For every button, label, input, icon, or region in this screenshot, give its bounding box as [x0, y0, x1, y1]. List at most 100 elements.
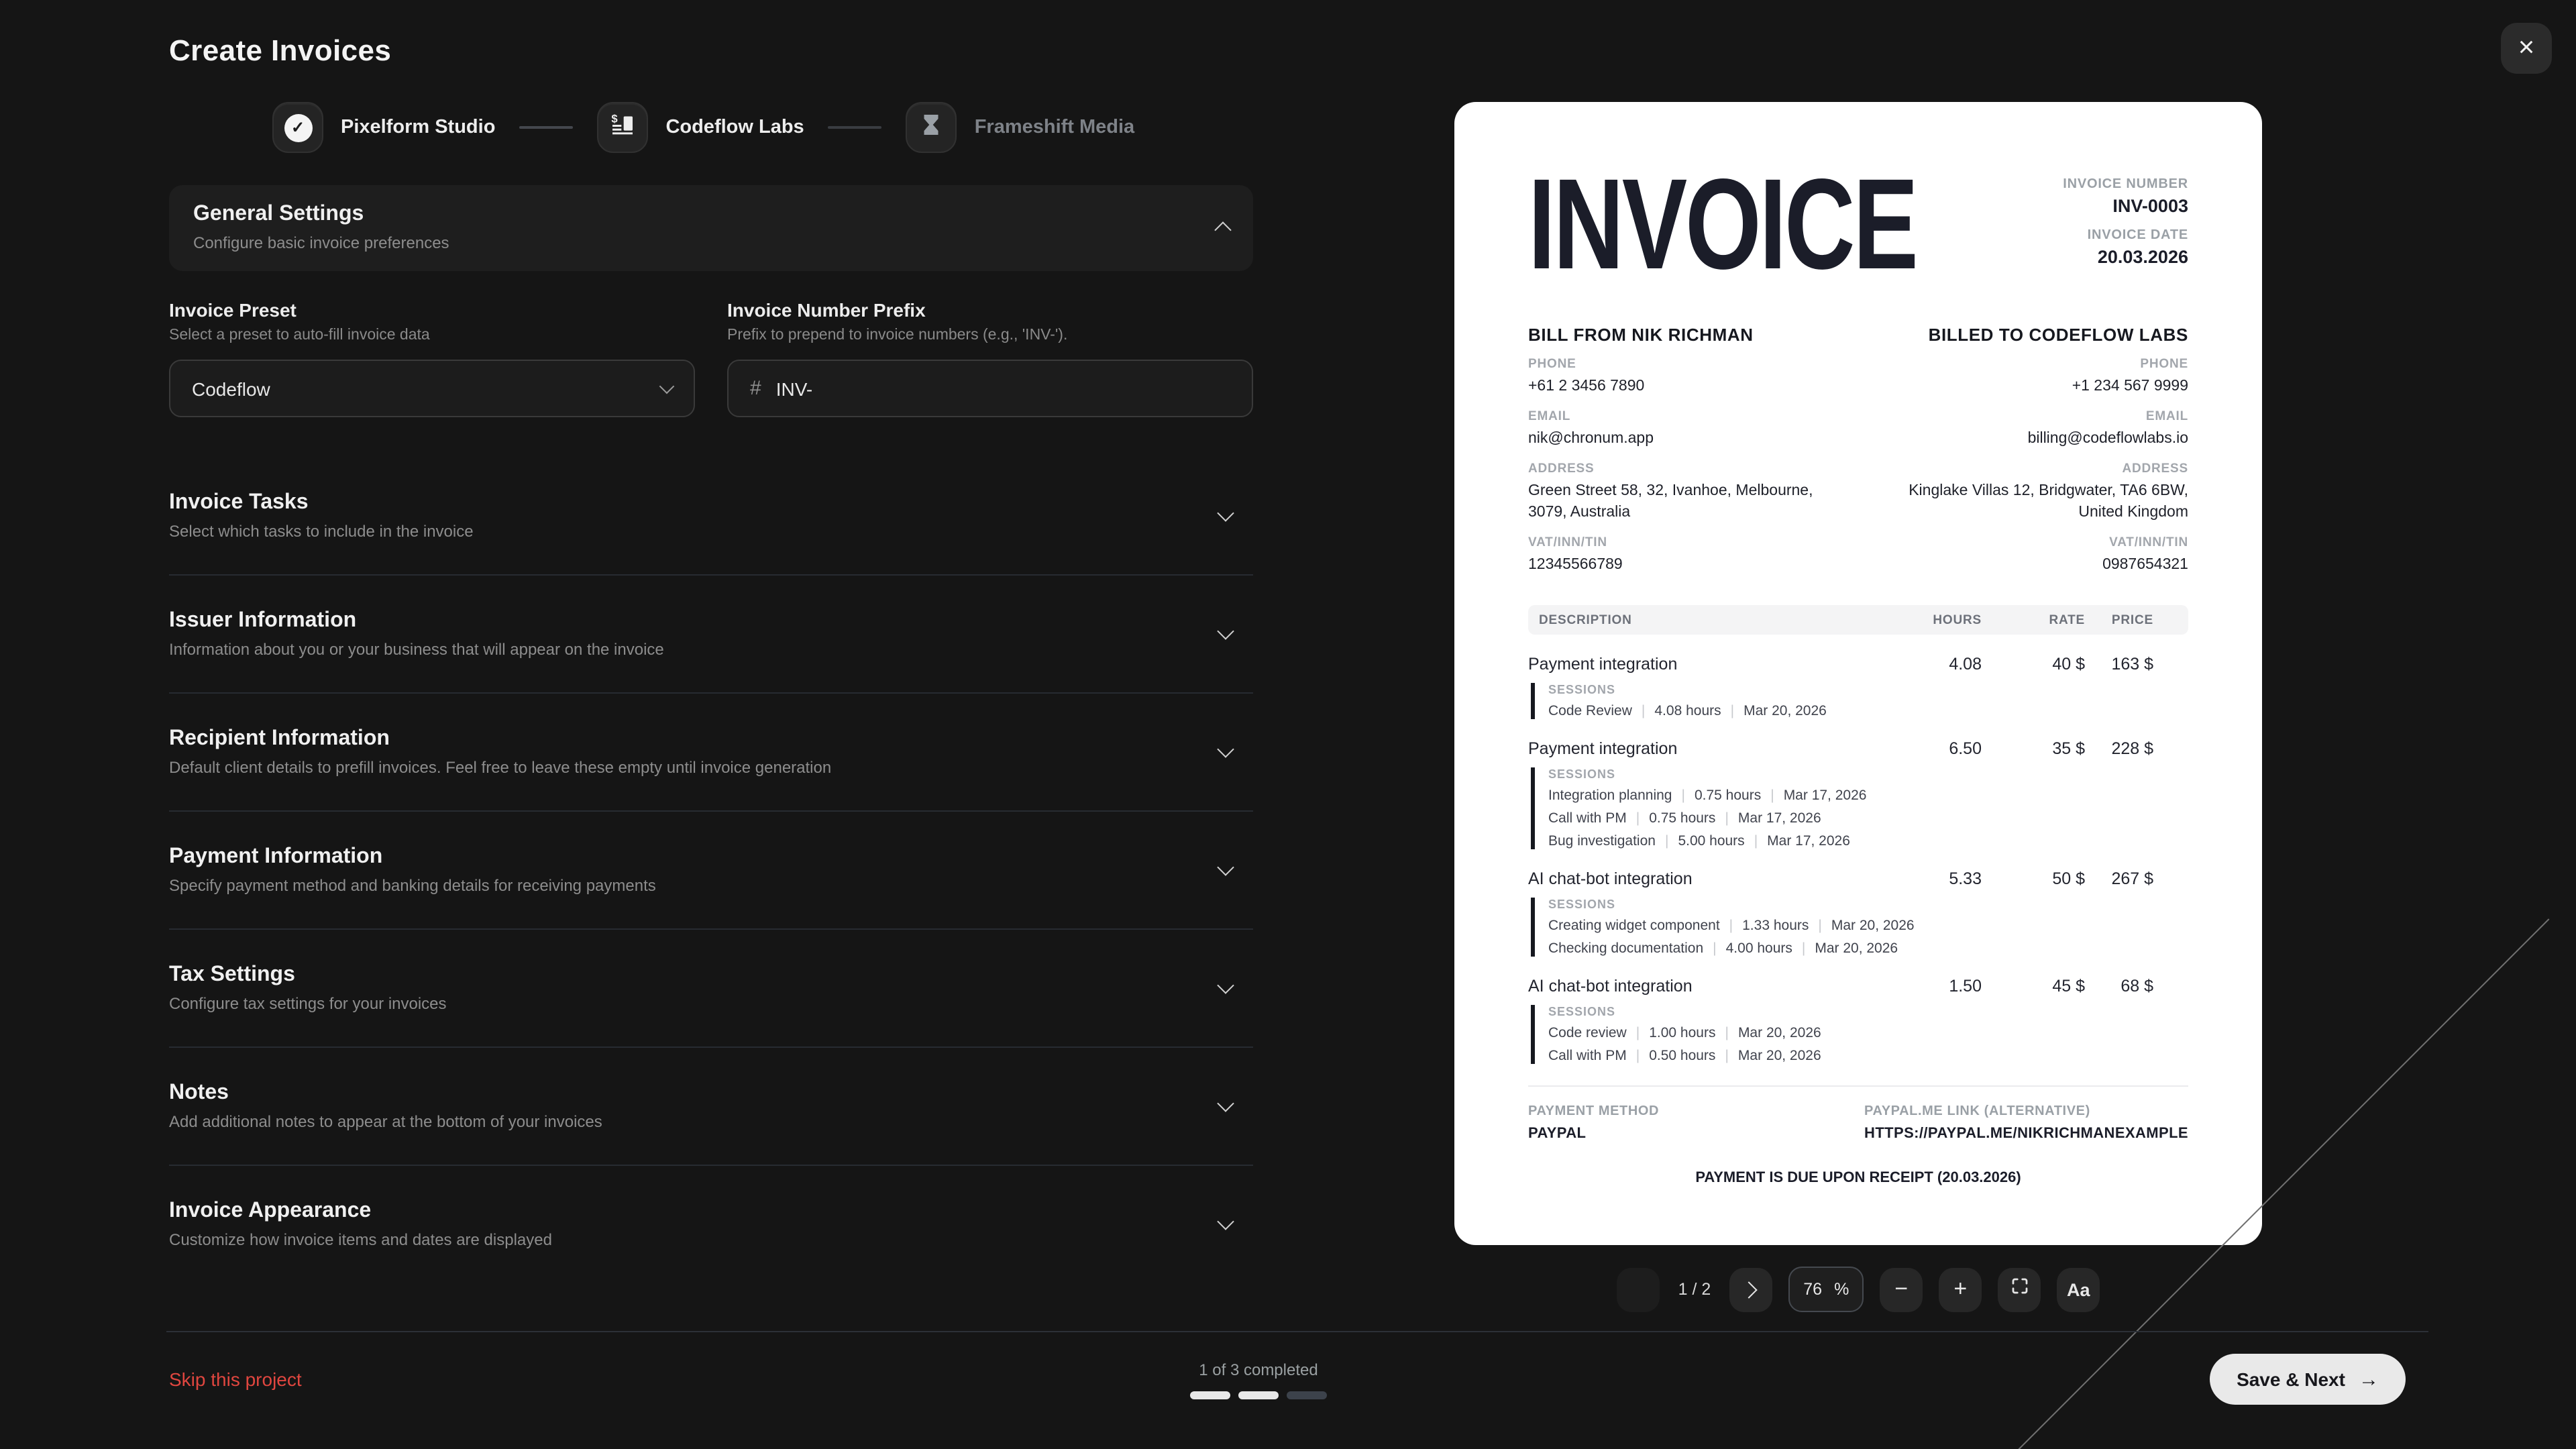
close-button[interactable]: × — [2501, 23, 2552, 74]
sections-accordion: Invoice Tasks Select which tasks to incl… — [169, 458, 1253, 1283]
section-notes[interactable]: Notes Add additional notes to appear at … — [169, 1048, 1253, 1166]
step-frameshift-media[interactable]: Frameshift Media — [906, 102, 1135, 153]
table-header: DESCRIPTION HOURS RATE PRICE — [1528, 605, 2188, 635]
table-row: AI chat-bot integration 5.33 50 $ 267 $ … — [1528, 870, 2188, 957]
table-row: AI chat-bot integration 1.50 45 $ 68 $ S… — [1528, 977, 2188, 1065]
next-page-button[interactable] — [1729, 1267, 1773, 1311]
page-indicator: 1 / 2 — [1678, 1280, 1711, 1299]
session-line: Code review | 1.00 hours | Mar 20, 2026 — [1548, 1025, 1821, 1042]
col-rate: RATE — [2049, 612, 2085, 628]
section-issuer-information[interactable]: Issuer Information Information about you… — [169, 576, 1253, 694]
progress-segment — [1238, 1391, 1279, 1399]
step-codeflow-labs[interactable]: $ Codeflow Labs — [597, 102, 804, 153]
sessions-block: SESSIONS Creating widget component | 1.33 … — [1531, 898, 2188, 957]
text-size-button[interactable]: Aa — [2057, 1267, 2100, 1311]
payment-method-value: PAYPAL — [1528, 1126, 1587, 1142]
svg-text:$: $ — [612, 112, 619, 125]
invoice-items-table: DESCRIPTION HOURS RATE PRICE Payment int… — [1528, 605, 2188, 1065]
arrow-right-icon: → — [2358, 1368, 2379, 1391]
billed-to-block: BILLED TO CODEFLOW LABS PHONE +1 234 567… — [1878, 325, 2188, 576]
payment-method-label: PAYMENT METHOD — [1528, 1104, 1660, 1119]
address-label: ADDRESS — [2122, 462, 2188, 477]
bill-from-heading: BILL FROM NIK RICHMAN — [1528, 325, 1754, 345]
invoice-preview: INVOICE INVOICE NUMBER INV-0003 INVOICE … — [1454, 102, 2262, 1245]
payment-due-note: PAYMENT IS DUE UPON RECEIPT (20.03.2026) — [1695, 1170, 2021, 1186]
invoice-preset-select[interactable]: Codeflow — [169, 360, 695, 417]
invoice-number: INV-0003 — [2112, 196, 2188, 216]
section-general-settings-header[interactable]: General Settings Configure basic invoice… — [169, 185, 1253, 271]
email-value: billing@codeflowlabs.io — [2027, 431, 2188, 447]
sessions-block: SESSIONS Code Review | 4.08 hours | Mar 20, … — [1531, 683, 2188, 720]
section-recipient-information[interactable]: Recipient Information Default client det… — [169, 694, 1253, 812]
section-invoice-tasks[interactable]: Invoice Tasks Select which tasks to incl… — [169, 458, 1253, 576]
session-line: Bug investigation | 5.00 hours | Mar 17, 202… — [1548, 833, 1850, 850]
save-next-button[interactable]: Save & Next → — [2210, 1354, 2406, 1405]
completion-progress: 1 of 3 completed — [1170, 1360, 1347, 1399]
section-description: Default client details to prefill invoic… — [169, 758, 832, 777]
zoom-in-button[interactable]: + — [1939, 1267, 1982, 1311]
step-label: Pixelform Studio — [341, 117, 496, 138]
section-description: Add additional notes to appear at the bo… — [169, 1112, 602, 1131]
percent-sign: % — [1834, 1280, 1849, 1299]
zoom-out-button[interactable]: − — [1880, 1267, 1923, 1311]
billed-to-heading: BILLED TO CODEFLOW LABS — [1928, 325, 2188, 345]
chevron-up-icon — [1214, 221, 1232, 239]
phone-value: +61 2 3456 7890 — [1528, 378, 1645, 394]
section-title: Issuer Information — [169, 609, 357, 632]
item-rate: 50 $ — [2052, 869, 2085, 889]
prev-page-button[interactable] — [1616, 918, 2557, 1449]
zoom-level-input[interactable]: 76 % — [1788, 1267, 1864, 1312]
sessions-label: SESSIONS — [1548, 1005, 1616, 1019]
session-line: Integration planning | 0.75 hours | Mar 17, … — [1548, 788, 1867, 804]
section-title: Invoice Tasks — [169, 491, 309, 514]
email-value: nik@chronum.app — [1528, 431, 1654, 447]
item-description: Payment integration — [1528, 739, 1678, 759]
step-label: Frameshift Media — [974, 117, 1135, 138]
item-description: Payment integration — [1528, 655, 1678, 674]
chevron-down-icon — [1217, 741, 1234, 758]
vat-label: VAT/INN/TIN — [1528, 535, 1607, 551]
section-payment-information[interactable]: Payment Information Specify payment meth… — [169, 812, 1253, 930]
field-help: Select a preset to auto-fill invoice dat… — [169, 327, 430, 343]
item-price: 228 $ — [2111, 739, 2153, 759]
step-icon-box — [906, 102, 957, 153]
section-title: Notes — [169, 1081, 229, 1104]
item-hours: 5.33 — [1949, 869, 1982, 889]
section-title: Payment Information — [169, 845, 383, 868]
skip-project-link[interactable]: Skip this project — [169, 1368, 302, 1390]
section-title: Recipient Information — [169, 727, 390, 750]
item-hours: 6.50 — [1949, 739, 1982, 759]
chevron-down-icon — [1217, 977, 1234, 994]
save-next-label: Save & Next — [2237, 1368, 2345, 1390]
project-stepper: ✓ Pixelform Studio $ Codeflow Labs Frame… — [169, 102, 1253, 153]
invoice-prefix-input[interactable]: # INV- — [727, 360, 1253, 417]
section-description: Information about you or your business t… — [169, 640, 664, 659]
progress-segments — [1170, 1391, 1347, 1399]
step-icon-box: $ — [597, 102, 649, 153]
item-rate: 35 $ — [2052, 739, 2085, 759]
text-size-label: Aa — [2067, 1279, 2090, 1299]
chevron-right-icon — [1740, 1281, 1758, 1298]
section-description: Configure basic invoice preferences — [193, 233, 449, 252]
input-value: INV- — [775, 378, 813, 399]
preview-toolbar: 1 / 2 76 % − + Aa — [1454, 918, 2557, 1449]
progress-segment — [1287, 1391, 1327, 1399]
section-tax-settings[interactable]: Tax Settings Configure tax settings for … — [169, 930, 1253, 1048]
chevron-down-icon — [1217, 859, 1234, 876]
paypal-link-value: HTTPS://PAYPAL.ME/NIKRICHMANEXAMPLE — [1864, 1126, 2188, 1142]
create-invoices-dialog: × Create Invoices ✓ Pixelform Studio $ C… — [0, 0, 2576, 1449]
general-settings-fields: Invoice Preset Select a preset to auto-f… — [169, 299, 1253, 417]
chevron-down-icon — [1217, 1213, 1234, 1230]
step-icon-box: ✓ — [272, 102, 323, 153]
chevron-down-icon — [659, 378, 675, 394]
session-line: Creating widget component | 1.33 hours | Mar… — [1548, 918, 1915, 934]
phone-label: PHONE — [1528, 357, 1576, 372]
section-invoice-appearance[interactable]: Invoice Appearance Customize how invoice… — [169, 1166, 1253, 1283]
step-pixelform-studio[interactable]: ✓ Pixelform Studio — [272, 102, 495, 153]
session-line: Checking documentation | 4.00 hours | Mar 20… — [1548, 941, 1898, 957]
address-value: Green Street 58, 32, Ivanhoe, Melbourne,… — [1528, 483, 1813, 521]
progress-segment — [1190, 1391, 1230, 1399]
bill-from-block: BILL FROM NIK RICHMAN PHONE +61 2 3456 7… — [1528, 325, 1838, 576]
chevron-down-icon — [1217, 504, 1234, 522]
fullscreen-button[interactable] — [1998, 1267, 2041, 1311]
